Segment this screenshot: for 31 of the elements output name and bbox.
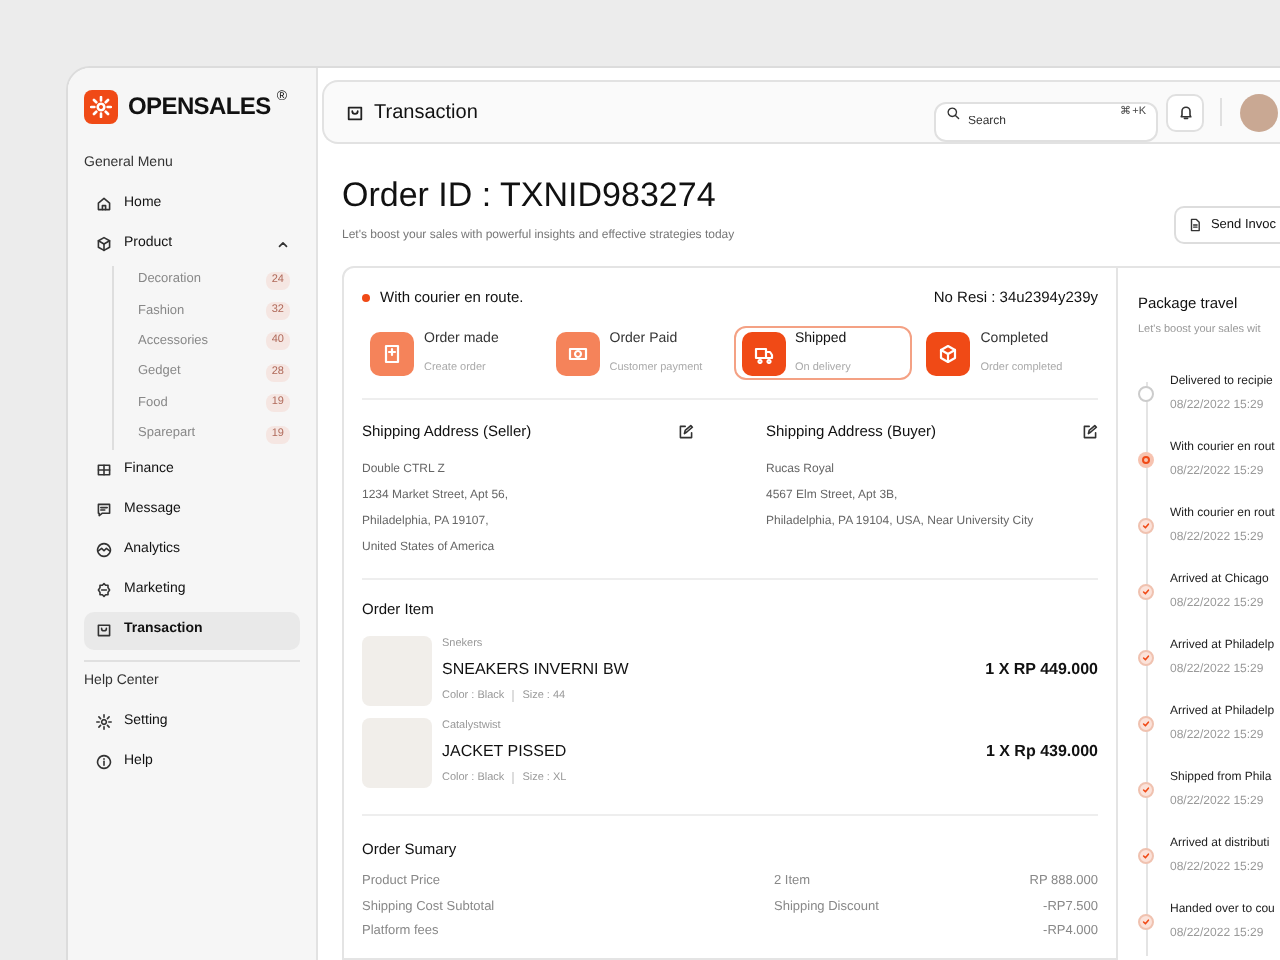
order-title: Order ID : TXNID983274 xyxy=(342,176,718,216)
cube-icon xyxy=(96,236,112,252)
receipt-icon xyxy=(382,343,402,364)
info-icon xyxy=(96,753,112,770)
grid-icon xyxy=(96,462,112,479)
bag-icon xyxy=(346,103,364,121)
bell-icon xyxy=(1177,104,1193,120)
chart-icon xyxy=(96,542,112,559)
gear-icon xyxy=(90,95,112,117)
chevron-icon xyxy=(276,237,290,251)
product-price: 1 X RP 449.000 xyxy=(985,658,1098,683)
settings-icon xyxy=(96,713,112,730)
edit-button[interactable] xyxy=(1082,423,1098,440)
wallet-icon xyxy=(567,343,588,364)
page-title: Transaction xyxy=(374,99,478,127)
edit-icon xyxy=(1082,423,1098,440)
product-name: JACKET PISSED xyxy=(442,740,567,765)
document-icon xyxy=(1188,218,1203,232)
brand-name: OPENSALES xyxy=(128,90,271,124)
badge-icon xyxy=(96,582,112,599)
chat-icon xyxy=(96,502,112,519)
box-icon xyxy=(938,343,959,364)
notification-button[interactable] xyxy=(1166,93,1204,131)
edit-icon xyxy=(678,423,694,440)
product-name: SNEAKERS INVERNI BW xyxy=(442,658,629,683)
search-icon xyxy=(946,105,960,119)
bag-icon xyxy=(96,622,112,639)
truck-icon xyxy=(753,343,773,364)
home-icon xyxy=(96,196,112,212)
edit-button[interactable] xyxy=(678,423,694,440)
product-price: 1 X Rp 439.000 xyxy=(985,740,1098,765)
